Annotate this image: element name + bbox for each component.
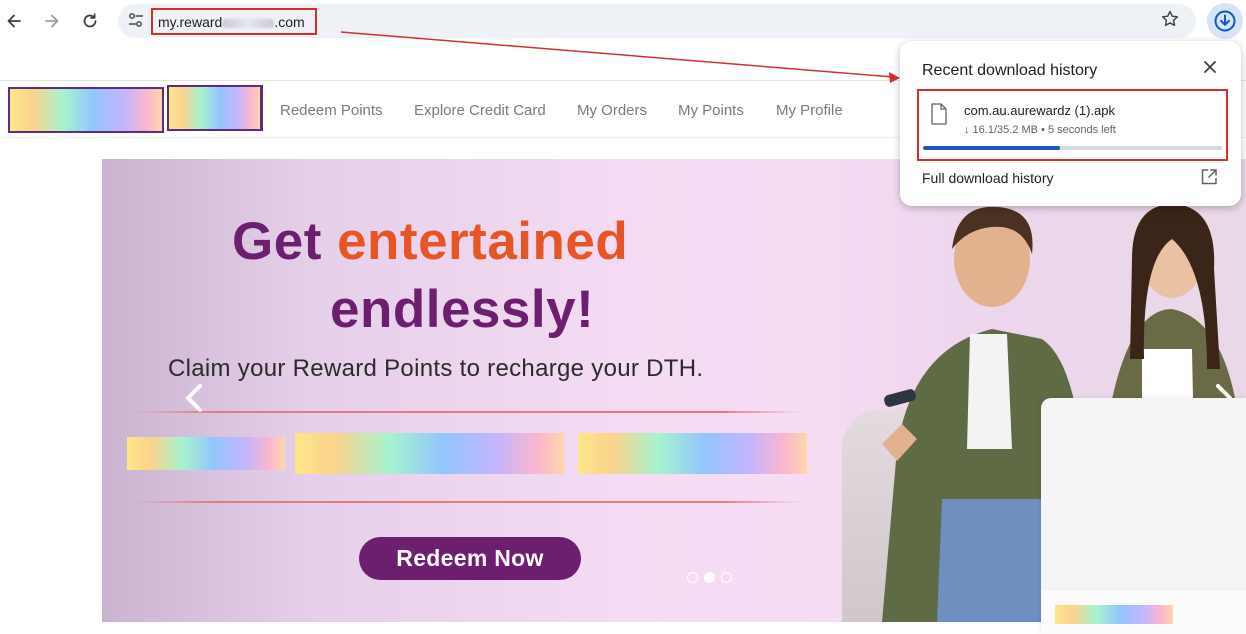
- banner-divider-bottom: [132, 501, 802, 503]
- download-status: ↓ 16.1/35.2 MB • 5 seconds left: [964, 124, 1116, 136]
- redeem-now-button[interactable]: Redeem Now: [359, 537, 581, 580]
- carousel-dot-2[interactable]: [704, 572, 715, 583]
- url-text[interactable]: my.reward .com: [151, 8, 317, 35]
- redacted-widget-label: [1055, 605, 1173, 624]
- download-item[interactable]: com.au.aurewardz (1).apk ↓ 16.1/35.2 MB …: [917, 89, 1228, 161]
- forward-arrow-icon[interactable]: [39, 8, 65, 34]
- chevron-left-icon[interactable]: [182, 383, 208, 418]
- nav-explore-credit-card[interactable]: Explore Credit Card: [414, 102, 546, 119]
- open-in-new-icon[interactable]: [1200, 168, 1218, 191]
- star-icon[interactable]: [1160, 9, 1180, 34]
- site-settings-icon[interactable]: [128, 11, 144, 34]
- download-bubble-title: Recent download history: [922, 62, 1098, 79]
- download-bubble: Recent download history com.au.aurewardz…: [900, 41, 1241, 206]
- banner-title-line-2: endlessly!: [330, 280, 595, 339]
- site-logo-redacted[interactable]: [8, 87, 164, 133]
- url-prefix: my.reward: [158, 14, 223, 30]
- reload-icon[interactable]: [77, 8, 103, 34]
- nav-my-profile[interactable]: My Profile: [776, 102, 843, 119]
- close-icon[interactable]: [1200, 57, 1220, 77]
- redacted-chip-2: [295, 433, 564, 474]
- banner-title-accent: entertained: [337, 212, 629, 271]
- browser-toolbar: my.reward .com: [0, 0, 1246, 42]
- carousel-dot-3[interactable]: [721, 572, 732, 583]
- nav-redeem-points[interactable]: Redeem Points: [280, 102, 383, 119]
- back-arrow-icon[interactable]: [1, 8, 27, 34]
- banner-subtitle: Claim your Reward Points to recharge you…: [168, 355, 704, 382]
- partner-logo-redacted[interactable]: [167, 85, 263, 131]
- url-redacted: [222, 18, 275, 28]
- carousel-dot-1[interactable]: [687, 572, 698, 583]
- download-filename: com.au.aurewardz (1).apk: [964, 103, 1116, 118]
- redacted-chip-1: [127, 437, 285, 470]
- download-icon: [1214, 10, 1236, 32]
- download-button[interactable]: [1207, 3, 1243, 39]
- banner-divider-top: [132, 411, 802, 413]
- file-icon: [930, 103, 948, 130]
- download-progress-bar: [923, 146, 1222, 150]
- nav-my-orders[interactable]: My Orders: [577, 102, 647, 119]
- full-download-history-link[interactable]: Full download history: [922, 170, 1054, 186]
- floating-widget-panel: [1041, 398, 1246, 634]
- banner-title-part-1: Get: [232, 212, 338, 271]
- nav-my-points[interactable]: My Points: [678, 102, 744, 119]
- banner-title-line-1: Get entertained: [232, 211, 628, 272]
- url-suffix: .com: [274, 14, 305, 30]
- download-progress-fill: [923, 146, 1060, 150]
- redacted-chip-3: [578, 433, 807, 474]
